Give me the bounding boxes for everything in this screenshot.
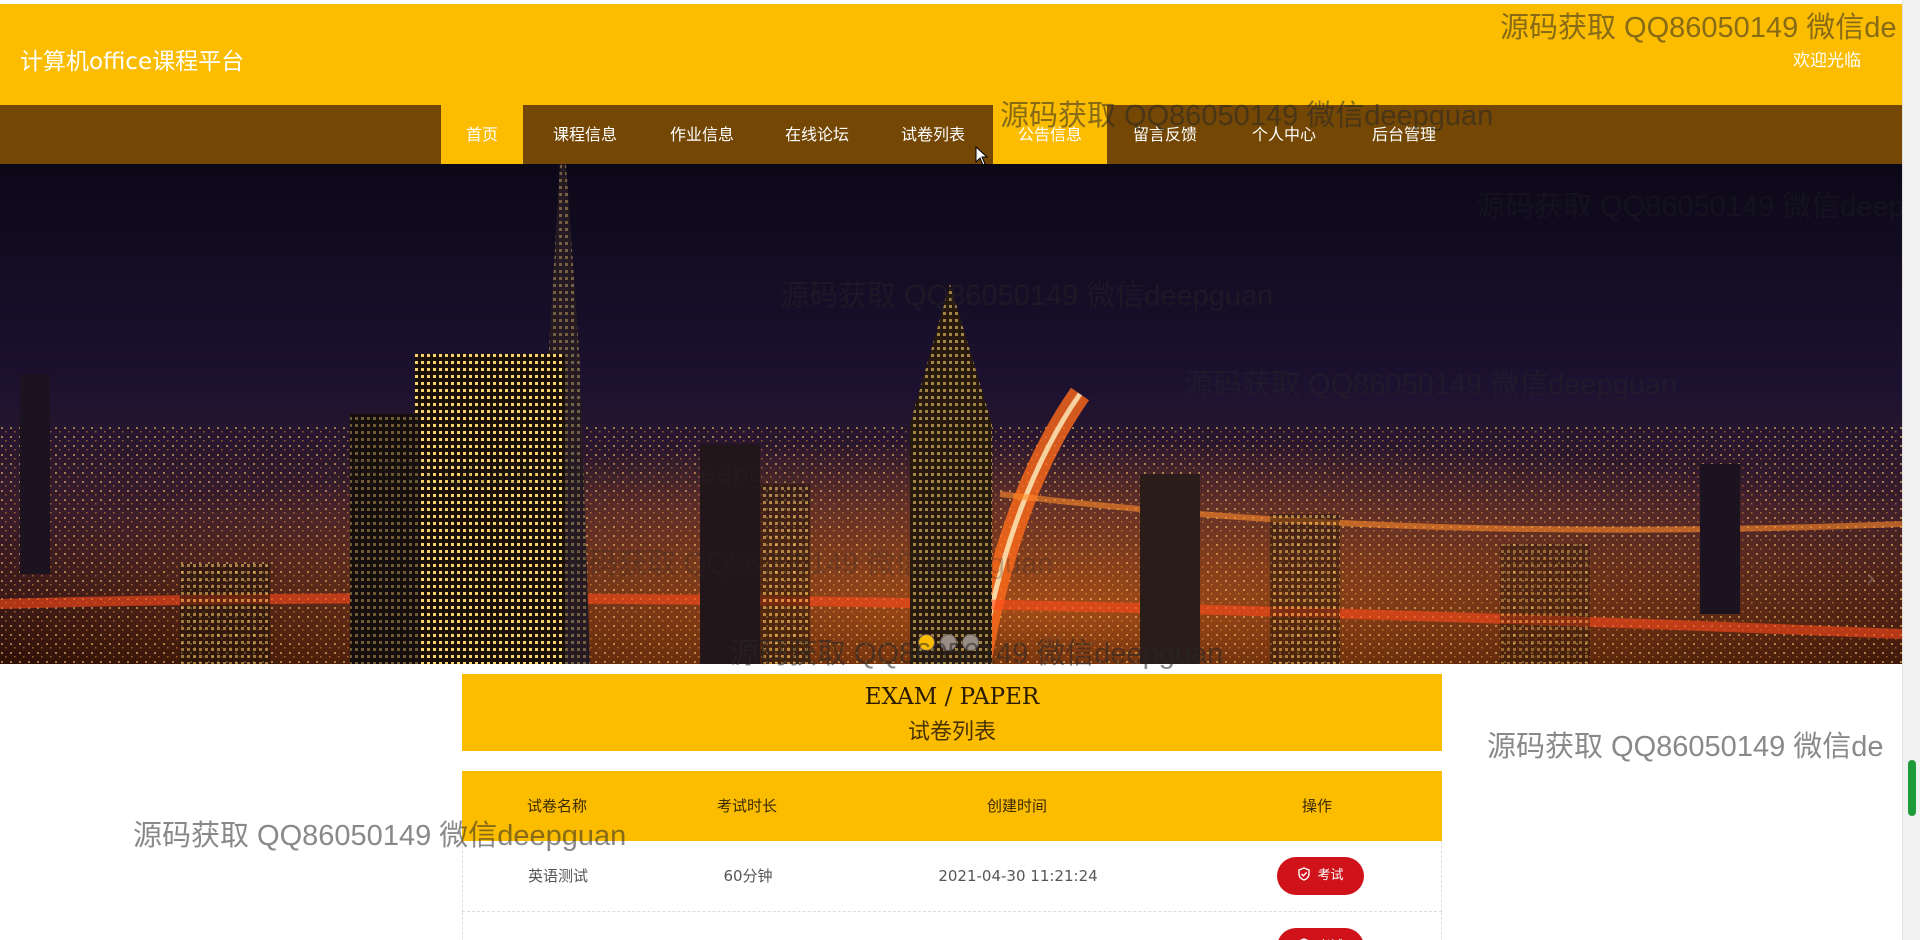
cell-created-time: 2021-04-30 11:21:24 [938, 867, 1098, 885]
cell-exam-name: 英语测试 [527, 867, 588, 885]
scrollbar-thumb[interactable] [1908, 760, 1916, 816]
shield-check-icon [1298, 867, 1311, 881]
city-night-image [0, 164, 1902, 664]
section-title-cn: 试卷列表 [907, 720, 996, 745]
table-header: 试卷名称 考试时长 创建时间 操作 [462, 771, 1442, 841]
table-row: 英语测试 60分钟 2021-04-30 11:21:24 考试 [462, 841, 1442, 912]
watermark: 源码获取 QQ86050149 微信de [1487, 731, 1884, 763]
column-header-name: 试卷名称 [526, 797, 587, 815]
nav-item-home[interactable]: 首页 [441, 105, 523, 164]
nav-item-exam-list[interactable]: 试卷列表 [886, 105, 980, 164]
carousel-dot-3[interactable] [962, 634, 979, 651]
mouse-cursor-icon [975, 146, 989, 166]
banner-next-arrow[interactable]: › [1866, 564, 1886, 594]
nav-item-profile[interactable]: 个人中心 [1237, 105, 1331, 164]
cell-exam-name [463, 912, 653, 940]
carousel-dot-2[interactable] [940, 634, 957, 651]
take-exam-button[interactable]: 考试 [1277, 857, 1364, 895]
site-title[interactable]: 计算机office课程平台 [20, 42, 244, 76]
cell-duration [653, 912, 843, 940]
cell-duration: 60分钟 [723, 867, 773, 885]
nav-item-courses[interactable]: 课程信息 [538, 105, 632, 164]
exam-table: 试卷名称 考试时长 创建时间 操作 英语测试 60分钟 2021-04-30 1… [462, 771, 1442, 940]
carousel-dot-1[interactable] [918, 634, 935, 651]
vertical-scrollbar[interactable] [1902, 0, 1920, 940]
nav-item-feedback[interactable]: 留言反馈 [1118, 105, 1212, 164]
nav-item-forum[interactable]: 在线论坛 [770, 105, 864, 164]
table-row: 考试 [462, 912, 1442, 940]
banner-carousel[interactable]: › [0, 164, 1902, 664]
column-header-duration: 考试时长 [716, 797, 777, 815]
site-header: 计算机office课程平台 欢迎光临 [0, 4, 1902, 105]
main-nav: 首页 课程信息 作业信息 在线论坛 试卷列表 公告信息 留言反馈 个人中心 后台… [0, 105, 1902, 164]
nav-item-announcements[interactable]: 公告信息 [993, 105, 1107, 164]
welcome-text: 欢迎光临 [1793, 51, 1861, 71]
column-header-created: 创建时间 [986, 797, 1047, 815]
nav-item-admin[interactable]: 后台管理 [1357, 105, 1451, 164]
column-header-action: 操作 [1301, 797, 1332, 815]
section-title-en: EXAM / PAPER [864, 684, 1040, 710]
section-heading: EXAM / PAPER 试卷列表 [462, 674, 1442, 751]
take-exam-label: 考试 [1317, 868, 1344, 883]
take-exam-button[interactable]: 考试 [1277, 928, 1364, 940]
cell-created-time [843, 912, 1193, 940]
nav-item-homework[interactable]: 作业信息 [655, 105, 749, 164]
page: 计算机office课程平台 欢迎光临 首页 课程信息 作业信息 在线论坛 试卷列… [0, 0, 1920, 940]
